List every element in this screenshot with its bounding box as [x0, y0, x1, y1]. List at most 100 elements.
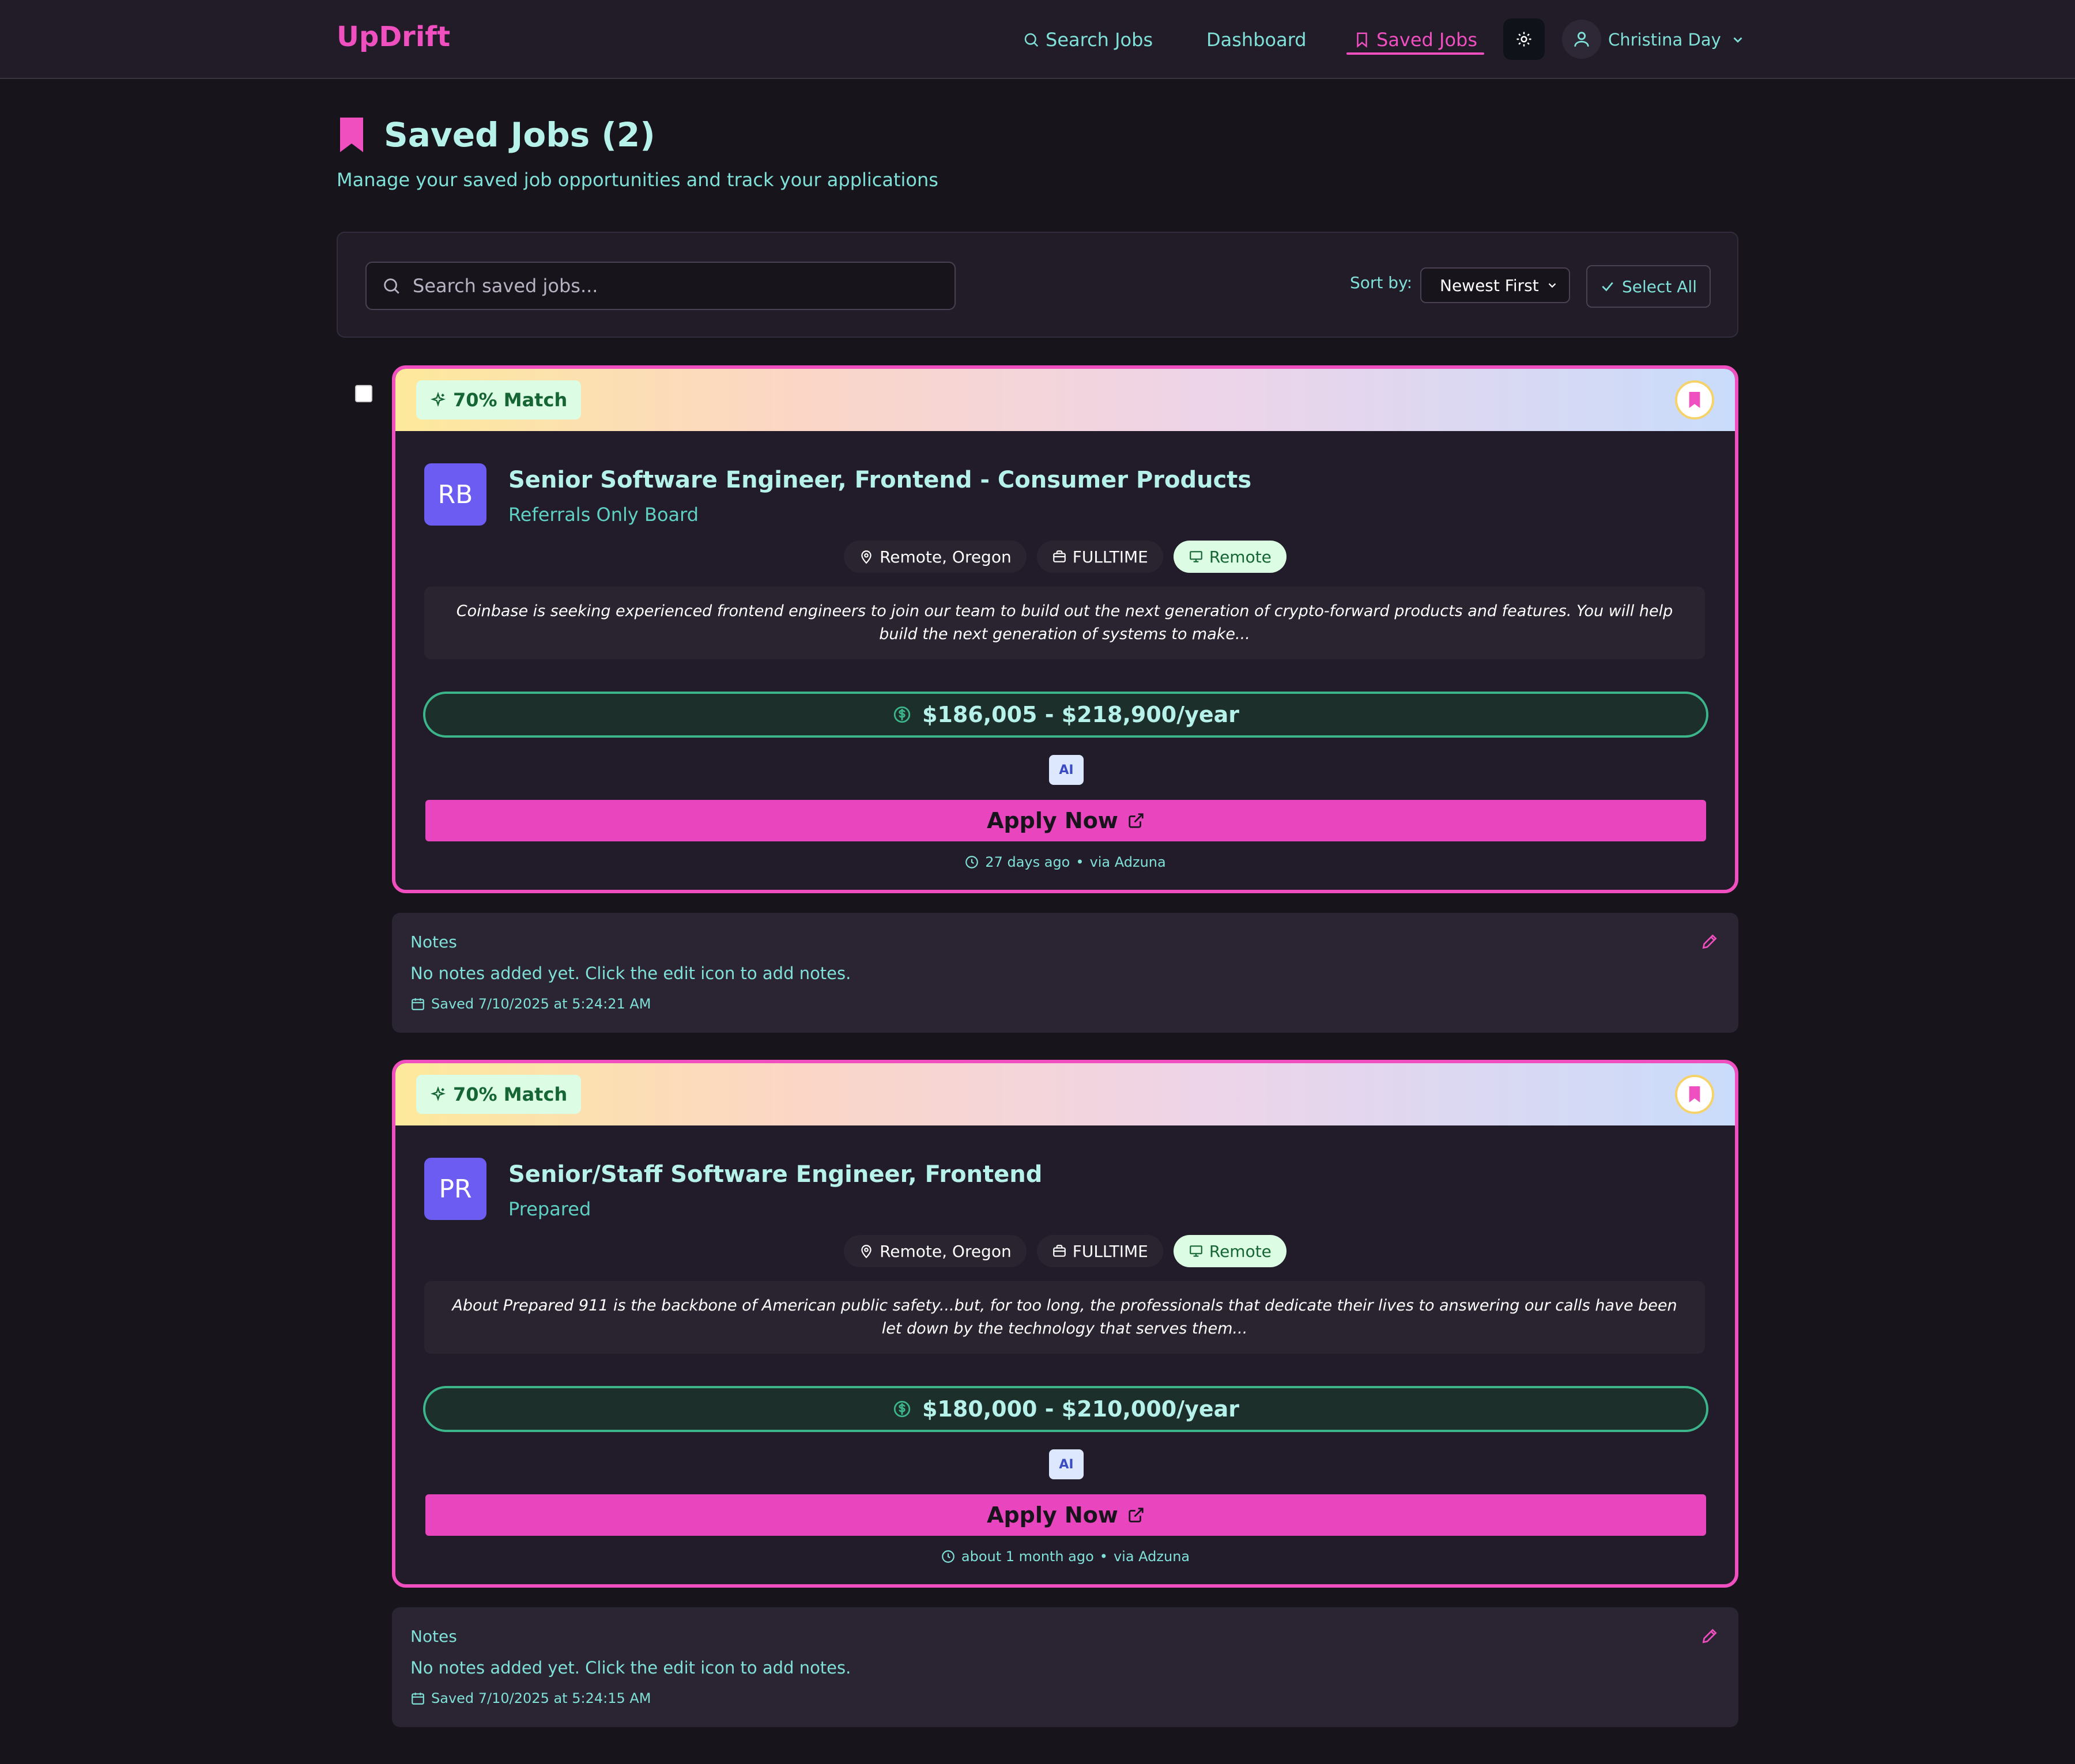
salary-label: $180,000 - $210,000/year	[922, 1396, 1240, 1422]
match-label: 70% Match	[453, 389, 568, 411]
job-type-label: FULLTIME	[1072, 1241, 1148, 1261]
card-header: 70% Match	[395, 369, 1735, 431]
saved-date: Saved 7/10/2025 at 5:24:15 AM	[410, 1690, 651, 1706]
job-description: About Prepared 911 is the backbone of Am…	[424, 1281, 1705, 1354]
company-name: Prepared	[508, 1198, 591, 1220]
sparkles-icon	[430, 1086, 446, 1101]
select-all-button[interactable]: Select All	[1586, 265, 1711, 308]
user-menu[interactable]: Christina Day	[1608, 0, 1745, 79]
work-mode-tag: Remote	[1173, 541, 1286, 573]
company-logo: PR	[424, 1158, 486, 1220]
job-type-tag: FULLTIME	[1036, 541, 1163, 573]
match-badge: 70% Match	[416, 380, 582, 420]
notes-label: Notes	[410, 932, 457, 951]
map-pin-icon	[861, 1245, 871, 1259]
salary-range: $186,005 - $218,900/year	[423, 692, 1708, 738]
briefcase-icon	[1052, 1245, 1066, 1257]
posted-time: 27 days ago	[985, 854, 1070, 870]
job-tags: Remote, Oregon FULLTIME Remote	[395, 541, 1735, 573]
job-type-tag: FULLTIME	[1036, 1235, 1163, 1267]
dollar-icon	[893, 1400, 911, 1418]
job-card: 70% Match PR Senior/Staff Software Engin…	[392, 1060, 1738, 1588]
user-icon	[1574, 32, 1589, 47]
location-label: Remote, Oregon	[880, 1241, 1012, 1261]
nav-dashboard-label: Dashboard	[1206, 28, 1307, 51]
briefcase-icon	[1052, 550, 1066, 562]
job-select-checkbox[interactable]	[355, 385, 372, 402]
clock-icon	[942, 1550, 954, 1563]
nav-search-jobs[interactable]: Search Jobs	[1023, 0, 1153, 79]
page-title: Saved Jobs (2)	[384, 115, 655, 154]
location-tag: Remote, Oregon	[844, 541, 1027, 573]
work-mode-tag: Remote	[1173, 1235, 1286, 1267]
job-notes-panel: Notes No notes added yet. Click the edit…	[392, 913, 1738, 1033]
company-name: Referrals Only Board	[508, 504, 699, 526]
page-subtitle: Manage your saved job opportunities and …	[337, 169, 938, 191]
work-mode-label: Remote	[1209, 547, 1272, 566]
search-icon	[384, 278, 399, 294]
sort-label: Sort by:	[1350, 273, 1413, 292]
external-link-icon	[1129, 1508, 1144, 1523]
sort-select[interactable]: Newest First	[1420, 267, 1570, 303]
chevron-down-icon	[1733, 37, 1742, 43]
monitor-icon	[1190, 551, 1202, 562]
job-title[interactable]: Senior Software Engineer, Frontend - Con…	[508, 467, 1251, 493]
chevron-down-icon	[1548, 283, 1556, 288]
unsave-bookmark-button[interactable]	[1675, 1075, 1714, 1114]
unsave-bookmark-button[interactable]	[1675, 380, 1714, 420]
apply-now-label: Apply Now	[987, 808, 1118, 833]
apply-now-button[interactable]: Apply Now	[425, 800, 1706, 841]
bookmark-icon	[1689, 1086, 1700, 1102]
app-logo[interactable]: UpDrift	[337, 21, 450, 53]
saved-date: Saved 7/10/2025 at 5:24:21 AM	[410, 996, 651, 1012]
calendar-icon	[412, 1693, 424, 1705]
job-card: 70% Match RB Senior Software Engineer, F…	[392, 365, 1738, 893]
sort-select-value: Newest First	[1440, 275, 1539, 295]
posted-time: about 1 month ago	[961, 1548, 1094, 1565]
ai-badge: AI	[1049, 1449, 1084, 1479]
job-tags: Remote, Oregon FULLTIME Remote	[395, 1235, 1735, 1267]
job-source: via Adzuna	[1113, 1548, 1190, 1565]
active-tab-indicator	[1346, 52, 1485, 55]
user-name-label: Christina Day	[1608, 29, 1721, 50]
job-notes-panel: Notes No notes added yet. Click the edit…	[392, 1607, 1738, 1727]
avatar[interactable]	[1562, 20, 1601, 59]
bookmark-icon	[340, 118, 363, 152]
apply-now-label: Apply Now	[987, 1502, 1118, 1528]
posting-meta: 27 days ago • via Adzuna	[395, 854, 1735, 870]
saved-date-label: Saved 7/10/2025 at 5:24:15 AM	[431, 1690, 651, 1706]
check-icon	[1602, 282, 1613, 292]
work-mode-label: Remote	[1209, 1241, 1272, 1261]
salary-label: $186,005 - $218,900/year	[922, 702, 1240, 727]
job-title[interactable]: Senior/Staff Software Engineer, Frontend	[508, 1161, 1042, 1188]
saved-date-label: Saved 7/10/2025 at 5:24:21 AM	[431, 996, 651, 1012]
nav-saved-jobs[interactable]: Saved Jobs	[1346, 0, 1485, 79]
nav-dashboard[interactable]: Dashboard	[1206, 0, 1307, 79]
meta-separator: •	[1099, 1548, 1108, 1565]
search-input[interactable]	[413, 275, 931, 297]
apply-now-button[interactable]: Apply Now	[425, 1494, 1706, 1536]
select-all-label: Select All	[1622, 277, 1697, 296]
edit-notes-button[interactable]	[1698, 930, 1721, 953]
monitor-icon	[1190, 1245, 1202, 1257]
match-badge: 70% Match	[416, 1075, 582, 1114]
salary-range: $180,000 - $210,000/year	[423, 1386, 1708, 1432]
clock-icon	[965, 856, 979, 868]
nav-saved-jobs-label: Saved Jobs	[1376, 28, 1478, 51]
theme-toggle-button[interactable]	[1503, 18, 1545, 60]
location-label: Remote, Oregon	[880, 547, 1012, 566]
calendar-icon	[412, 998, 424, 1010]
dollar-icon	[893, 706, 911, 723]
search-field[interactable]	[365, 262, 956, 310]
edit-notes-button[interactable]	[1698, 1625, 1721, 1648]
saved-jobs-toolbar: Sort by: Newest First Select All	[337, 232, 1738, 338]
notes-label: Notes	[410, 1627, 457, 1646]
pencil-icon	[1702, 934, 1717, 949]
sun-icon	[1516, 32, 1531, 47]
job-type-label: FULLTIME	[1072, 547, 1148, 566]
notes-text: No notes added yet. Click the edit icon …	[410, 964, 851, 983]
job-source: via Adzuna	[1089, 854, 1166, 870]
location-tag: Remote, Oregon	[844, 1235, 1027, 1267]
page-header: Saved Jobs (2)	[337, 115, 655, 154]
bookmark-icon	[1357, 32, 1367, 48]
